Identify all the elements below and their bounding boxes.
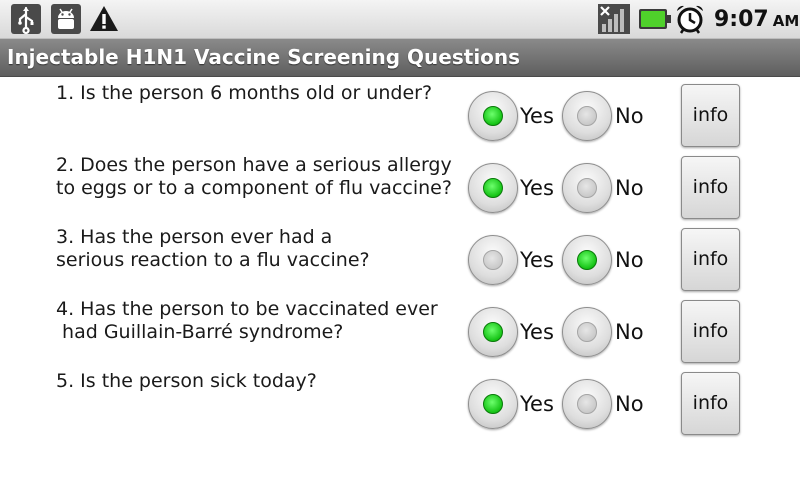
question-text: 1. Is the person 6 months old or under? <box>56 82 433 104</box>
question-row: 1. Is the person 6 months old or under? Y… <box>0 82 800 154</box>
radio-indicator <box>577 250 597 270</box>
yes-label[interactable]: Yes <box>520 307 554 357</box>
no-radio[interactable] <box>562 307 612 357</box>
no-label[interactable]: No <box>615 379 644 429</box>
radio-indicator <box>483 322 503 342</box>
info-button[interactable]: info <box>681 300 740 363</box>
question-text: 3. Has the person ever had a serious rea… <box>56 226 370 271</box>
status-bar: 9:07 AM <box>0 0 800 39</box>
yes-radio[interactable] <box>468 91 518 141</box>
radio-indicator <box>577 322 597 342</box>
title-bar: Injectable H1N1 Vaccine Screening Questi… <box>0 39 800 77</box>
radio-indicator <box>577 394 597 414</box>
question-text: 4. Has the person to be vaccinated ever … <box>56 298 438 343</box>
clock-time: 9:07 <box>714 7 769 32</box>
page-title: Injectable H1N1 Vaccine Screening Questi… <box>7 45 521 69</box>
no-label[interactable]: No <box>615 235 644 285</box>
yes-radio[interactable] <box>468 379 518 429</box>
yes-label[interactable]: Yes <box>520 91 554 141</box>
question-row: 5. Is the person sick today? Yes No info <box>0 370 800 442</box>
radio-indicator <box>483 394 503 414</box>
info-button[interactable]: info <box>681 372 740 435</box>
clock-ampm: AM <box>772 12 800 30</box>
alarm-icon <box>677 5 703 34</box>
info-button[interactable]: info <box>681 84 740 147</box>
info-button[interactable]: info <box>681 228 740 291</box>
clock: 9:07 AM <box>714 4 799 36</box>
no-label[interactable]: No <box>615 307 644 357</box>
no-radio[interactable] <box>562 91 612 141</box>
no-label[interactable]: No <box>615 91 644 141</box>
no-label[interactable]: No <box>615 163 644 213</box>
battery-icon <box>639 9 671 29</box>
android-debug-icon <box>51 4 81 34</box>
radio-indicator <box>483 106 503 126</box>
warning-icon <box>90 6 118 31</box>
radio-indicator <box>483 178 503 198</box>
usb-icon <box>11 4 41 35</box>
no-radio[interactable] <box>562 235 612 285</box>
yes-radio[interactable] <box>468 235 518 285</box>
no-radio[interactable] <box>562 379 612 429</box>
signal-icon <box>598 4 630 34</box>
yes-radio[interactable] <box>468 307 518 357</box>
no-radio[interactable] <box>562 163 612 213</box>
radio-indicator <box>483 250 503 270</box>
question-row: 4. Has the person to be vaccinated ever … <box>0 298 800 370</box>
yes-label[interactable]: Yes <box>520 235 554 285</box>
question-text: 2. Does the person have a serious allerg… <box>56 154 452 199</box>
info-button[interactable]: info <box>681 156 740 219</box>
question-text: 5. Is the person sick today? <box>56 370 317 392</box>
radio-indicator <box>577 106 597 126</box>
yes-label[interactable]: Yes <box>520 379 554 429</box>
question-row: 2. Does the person have a serious allerg… <box>0 154 800 226</box>
yes-radio[interactable] <box>468 163 518 213</box>
question-row: 3. Has the person ever had a serious rea… <box>0 226 800 298</box>
yes-label[interactable]: Yes <box>520 163 554 213</box>
radio-indicator <box>577 178 597 198</box>
